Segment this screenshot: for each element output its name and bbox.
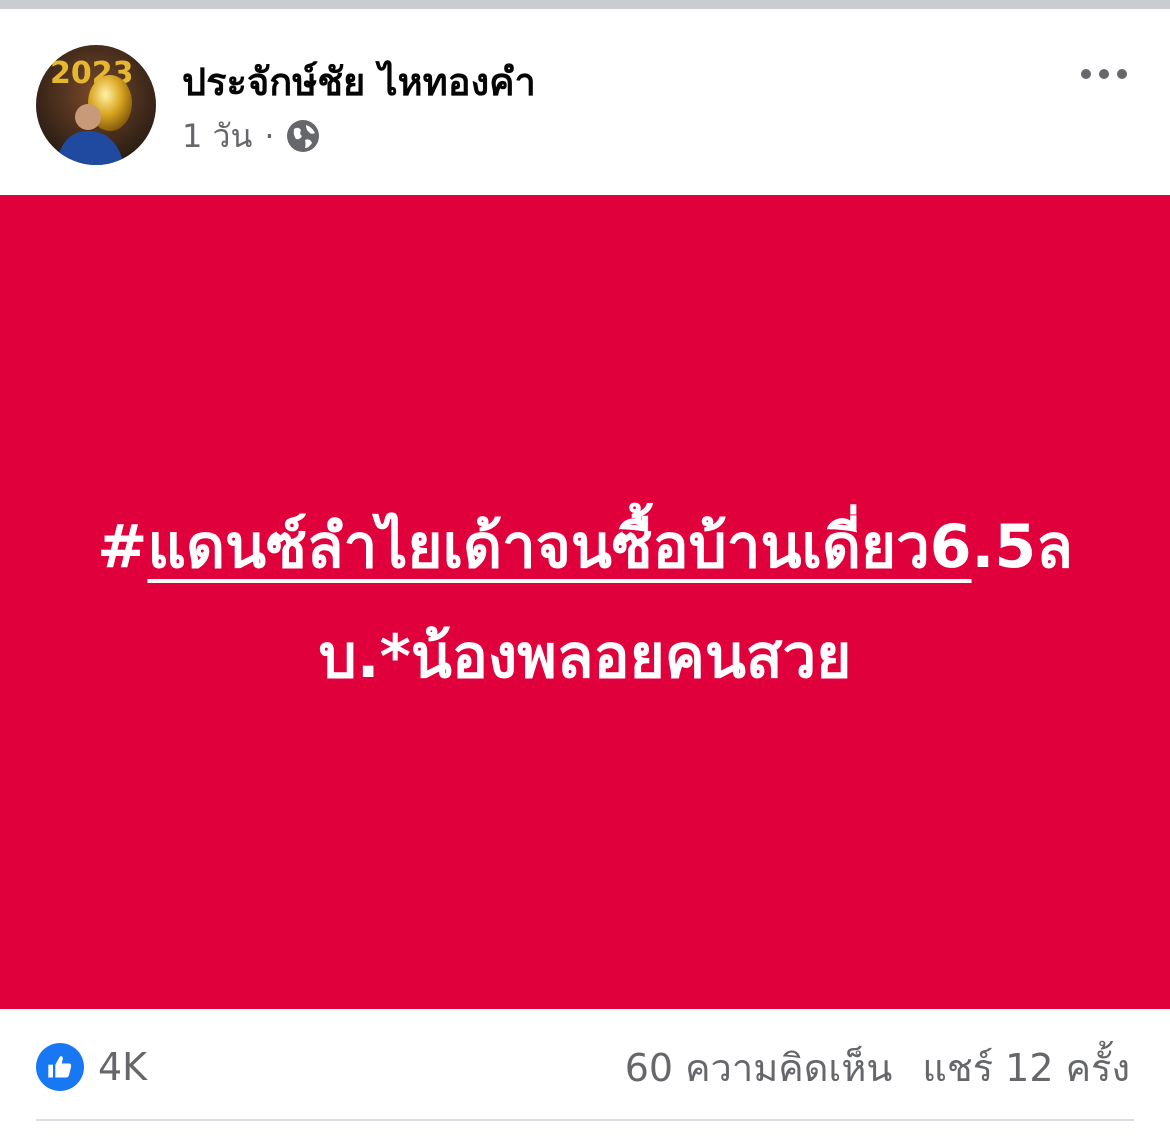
avatar[interactable]: 2023 bbox=[36, 45, 156, 165]
top-border bbox=[0, 0, 1170, 9]
comments-count[interactable]: 60 ความคิดเห็น bbox=[625, 1037, 893, 1098]
shares-count[interactable]: แชร์ 12 ครั้ง bbox=[922, 1037, 1130, 1098]
post-card: 2023 ประจักษ์ชัย ไหทองคำ 1 วัน · #แดนซ์ล… bbox=[0, 9, 1170, 1136]
author-name[interactable]: ประจักษ์ชัย ไหทองคำ bbox=[182, 51, 536, 112]
post-time[interactable]: 1 วัน bbox=[182, 111, 252, 162]
globe-icon bbox=[286, 120, 319, 152]
thumbs-up-glyph bbox=[48, 1056, 72, 1078]
more-horizontal-icon bbox=[1081, 69, 1091, 79]
avatar-image: 2023 bbox=[36, 45, 156, 165]
more-options-button[interactable] bbox=[1068, 59, 1140, 89]
engagement-stats: 60 ความคิดเห็น แชร์ 12 ครั้ง bbox=[625, 1041, 1130, 1093]
post-text: #แดนซ์ลำไยเด้าจนซื้อบ้านเดี่ยว6.5ลบ.*น้อ… bbox=[80, 492, 1090, 712]
meta-separator: · bbox=[264, 117, 275, 155]
like-count: 4K bbox=[98, 1045, 148, 1089]
hashtag-link[interactable]: แดนซ์ลำไยเด้าจนซื้อบ้านเดี่ยว6 bbox=[147, 512, 971, 582]
hashtag-symbol: # bbox=[97, 512, 148, 582]
reactions-summary[interactable]: 4K bbox=[36, 1041, 147, 1093]
like-icon bbox=[36, 1043, 84, 1091]
post-meta: 1 วัน · bbox=[182, 114, 321, 158]
post-text-background: #แดนซ์ลำไยเด้าจนซื้อบ้านเดี่ยว6.5ลบ.*น้อ… bbox=[0, 195, 1170, 1009]
footer-divider bbox=[36, 1119, 1134, 1121]
